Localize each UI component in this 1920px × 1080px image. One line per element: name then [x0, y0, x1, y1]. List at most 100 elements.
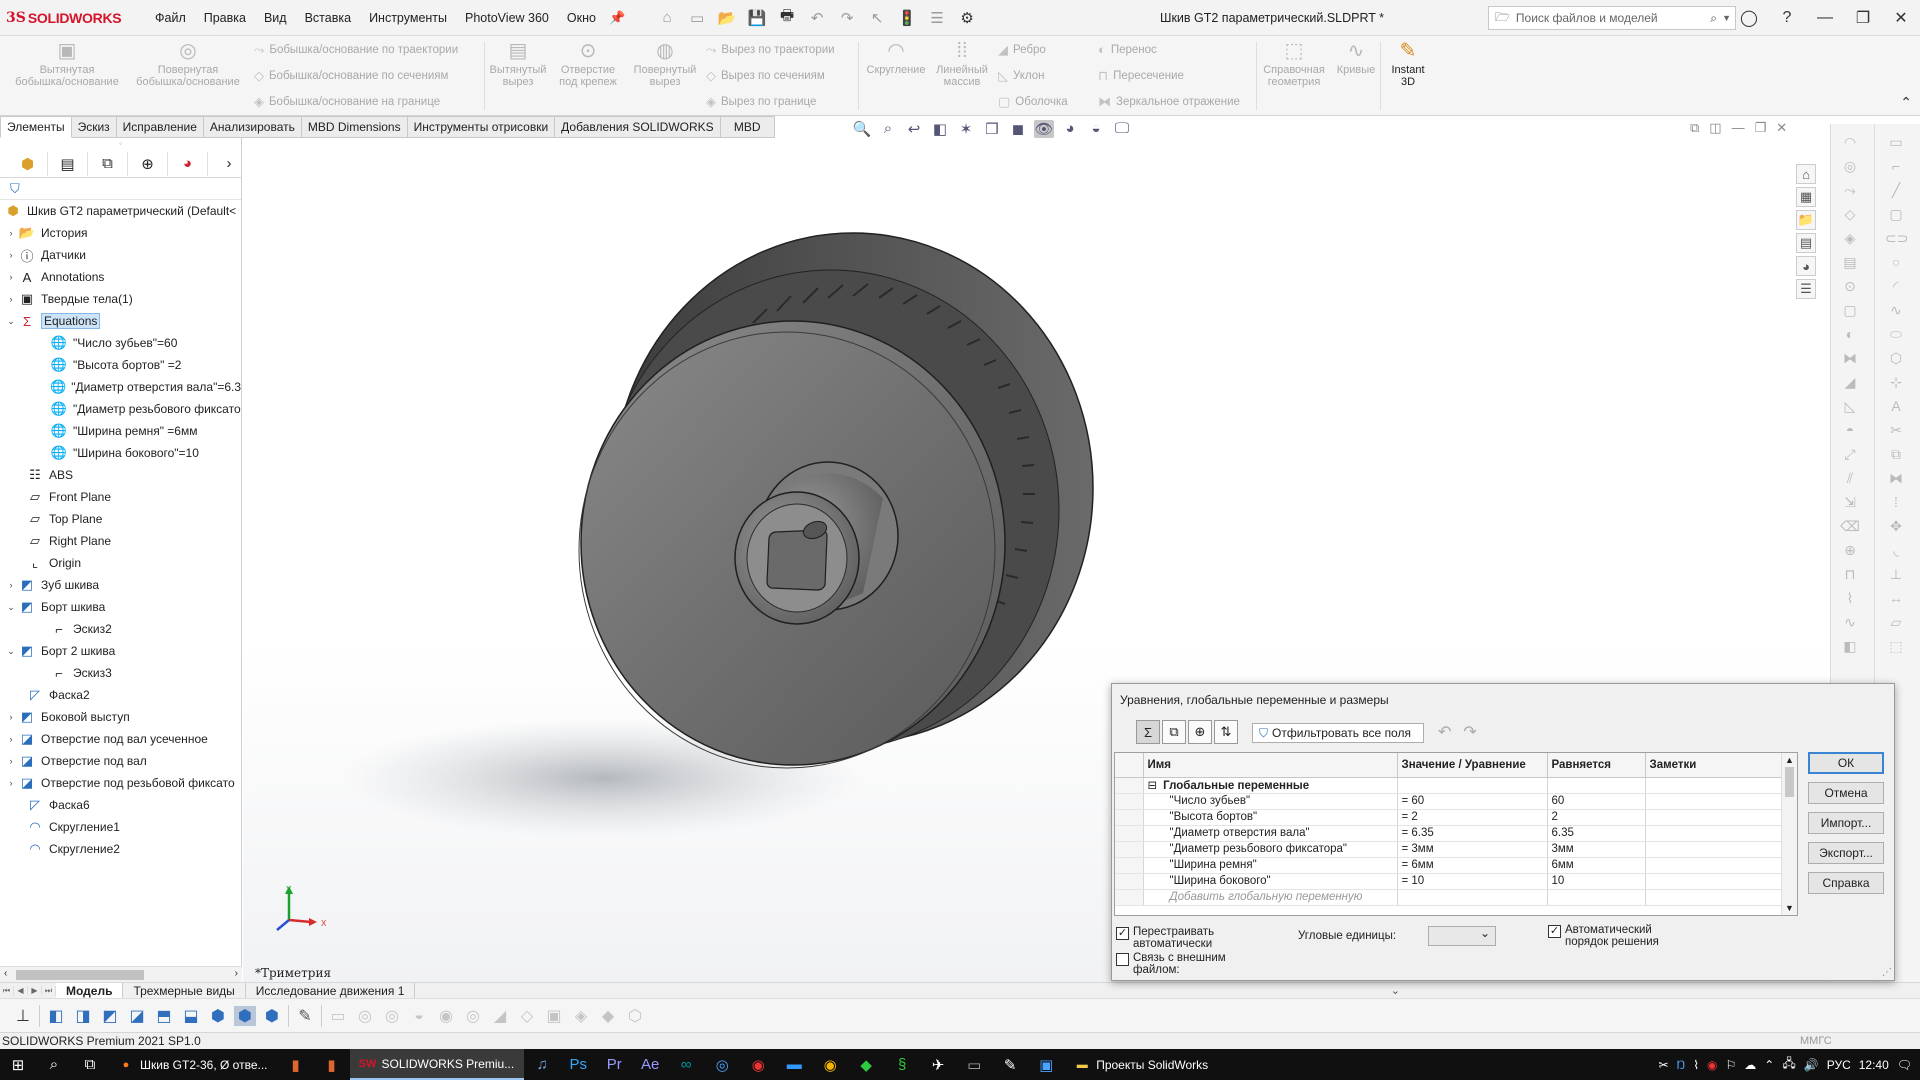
chevron-up-icon[interactable]: ⌃	[1764, 1058, 1774, 1072]
thread-tool-icon[interactable]: ⌇	[1839, 590, 1861, 607]
section-view-icon[interactable]: ◧	[930, 120, 950, 138]
draft-button[interactable]: ◺ Уклон	[998, 68, 1045, 84]
search-icon[interactable]: ⌕	[36, 1049, 72, 1080]
tree-item-origin[interactable]: ⌞ Origin	[0, 552, 241, 574]
expand-icon[interactable]: ›	[4, 294, 18, 304]
tray-app-icon[interactable]: ✂	[1658, 1058, 1668, 1072]
trimetric-view-icon[interactable]: ⬢	[234, 1005, 256, 1026]
tree-item-feature[interactable]: › ◪ Отверстие под резьбовой фиксато	[0, 772, 241, 794]
after-effects-icon[interactable]: Ae	[632, 1049, 668, 1080]
expand-icon[interactable]: ›	[4, 580, 18, 590]
dimxpert-manager-icon[interactable]: ⊕	[128, 151, 168, 176]
file-properties-icon[interactable]: ☰	[925, 9, 949, 27]
slot-sketch-icon[interactable]: ⊂⊃	[1885, 230, 1908, 247]
corner-rect-icon[interactable]: ⌐	[1885, 158, 1907, 174]
tree-item-equation[interactable]: 🌐 "Ширина ремня" =6мм	[0, 420, 241, 442]
design-library-icon[interactable]: ▦	[1796, 187, 1816, 207]
value-cell[interactable]: = 10	[1397, 873, 1548, 890]
rebuild-icon[interactable]: 🚦	[895, 9, 919, 27]
dimetric-view-icon[interactable]: ⬢	[261, 1006, 283, 1026]
expand-icon[interactable]: ›	[4, 756, 18, 766]
lofted-cut-button[interactable]: ◇ Вырез по сечениям	[706, 68, 825, 84]
arc-sketch-icon[interactable]: ◜	[1885, 278, 1907, 295]
surface-tool-icon[interactable]: ◧	[1839, 638, 1861, 655]
tree-item-sketch[interactable]: ⌐ Эскиз3	[0, 662, 241, 684]
menu-tools[interactable]: Инструменты	[360, 0, 456, 36]
task-view-icon[interactable]: ⧉	[72, 1049, 108, 1080]
circle-sketch-icon[interactable]: ○	[1885, 254, 1907, 270]
tree-item-equation[interactable]: 🌐 "Ширина бокового"=10	[0, 442, 241, 464]
ellipse-sketch-icon[interactable]: ⬭	[1885, 326, 1907, 343]
instant3d-button[interactable]: ✎ Instant 3D	[1384, 40, 1432, 88]
move-face-tool-icon[interactable]: ⇲	[1839, 494, 1861, 511]
tab-render-tools[interactable]: Инструменты отрисовки	[407, 116, 556, 138]
cell[interactable]	[1397, 889, 1548, 906]
variable-name-cell[interactable]: "Ширина бокового"	[1143, 873, 1398, 890]
group-row[interactable]: ⊟ Глобальные переменные	[1115, 777, 1782, 794]
scrollbar-thumb[interactable]	[1785, 767, 1794, 797]
network-icon[interactable]: 🖧	[1782, 1054, 1795, 1075]
maximize-view-icon[interactable]: ❐	[1755, 120, 1767, 136]
sound-app-icon[interactable]: ♫	[524, 1049, 560, 1080]
dimension-view-icon[interactable]: ⊕	[1188, 720, 1212, 744]
collapse-icon[interactable]: ⌄	[4, 602, 18, 613]
import-button[interactable]: Импорт...	[1808, 812, 1884, 834]
bottom-view-icon[interactable]: ⬓	[180, 1006, 202, 1026]
tree-item-equation[interactable]: 🌐 "Число зубьев"=60	[0, 332, 241, 354]
tray-app-icon[interactable]: ⌇	[1693, 1058, 1699, 1072]
tree-root[interactable]: ⬢ Шкив GT2 параметрический (Default<	[0, 200, 241, 222]
gray-tool-icon[interactable]: ◎	[381, 1006, 403, 1026]
language-indicator[interactable]: РУС	[1827, 1058, 1851, 1072]
chrome-icon[interactable]: ◉	[812, 1049, 848, 1080]
collapse-icon[interactable]: ⌄	[4, 316, 18, 327]
offset-sketch-icon[interactable]: ⧉	[1885, 446, 1907, 463]
minimize-view-icon[interactable]: —	[1732, 120, 1745, 136]
tree-item-feature[interactable]: › ◪ Отверстие под вал	[0, 750, 241, 772]
scroll-down-icon[interactable]: ▼	[1785, 903, 1794, 913]
app-icon[interactable]: ◎	[704, 1049, 740, 1080]
menu-view[interactable]: Вид	[255, 0, 296, 36]
dome-tool-icon[interactable]: ◓	[1839, 422, 1861, 438]
variable-name-cell[interactable]: "Диаметр резьбового фиксатора"	[1143, 841, 1398, 858]
hole-tool-icon[interactable]: ⊙	[1839, 278, 1861, 295]
fillet-tool-icon[interactable]: ◠	[1839, 134, 1861, 151]
tab-features[interactable]: Элементы	[0, 116, 72, 138]
scroll-right-icon[interactable]: ›	[235, 968, 238, 979]
tab-solidworks-addins[interactable]: Добавления SOLIDWORKS	[555, 116, 721, 138]
shell-tool-icon[interactable]: ▢	[1839, 302, 1861, 319]
tree-item-feature[interactable]: › ◪ Отверстие под вал усеченное	[0, 728, 241, 750]
tray-app-icon[interactable]: ◉	[1707, 1058, 1717, 1072]
tab-evaluate[interactable]: Анализировать	[203, 116, 302, 138]
chevron-right-icon[interactable]: ›	[217, 152, 241, 176]
gray-tool-icon[interactable]: ◇	[516, 1006, 538, 1026]
rib-button[interactable]: ◢ Ребро	[998, 42, 1046, 58]
redo-icon[interactable]: ↷	[835, 9, 859, 27]
isometric-view-icon[interactable]: ⬢	[207, 1006, 229, 1026]
line-sketch-icon[interactable]: ╱	[1885, 182, 1907, 199]
expand-icon[interactable]: ›	[4, 734, 18, 744]
split-tool-icon[interactable]: ⫽	[1839, 470, 1861, 487]
loft-tool-icon[interactable]: ◇	[1839, 206, 1861, 223]
configuration-manager-icon[interactable]: ⧉	[88, 151, 128, 176]
minimize-icon[interactable]: —	[1806, 9, 1844, 27]
tree-item-annotations[interactable]: › A Annotations	[0, 266, 241, 288]
apply-scene-icon[interactable]: ◒	[1086, 120, 1106, 138]
auto-rebuild-checkbox[interactable]: ✓ Перестраивать автоматически	[1116, 926, 1214, 950]
app-icon[interactable]: ◉	[740, 1049, 776, 1080]
appearances-icon[interactable]: ◕	[1796, 256, 1816, 276]
curve-tool-icon[interactable]: ∿	[1839, 614, 1861, 631]
comment-cell[interactable]	[1645, 873, 1782, 890]
view-palette-icon[interactable]: ▤	[1796, 233, 1816, 253]
scale-tool-icon[interactable]: ⤢	[1839, 446, 1861, 463]
edit-appearance-icon[interactable]: ◕	[1060, 120, 1080, 138]
checkbox-unchecked[interactable]	[1116, 953, 1129, 966]
split-icon[interactable]: ◫	[1709, 120, 1721, 136]
polygon-sketch-icon[interactable]: ⬡	[1885, 350, 1907, 367]
value-cell[interactable]: = 6.35	[1397, 825, 1548, 842]
app-icon[interactable]: ✎	[992, 1049, 1028, 1080]
tree-item-top-plane[interactable]: ▱ Top Plane	[0, 508, 241, 530]
units-indicator[interactable]: ММГС	[1800, 1033, 1832, 1050]
gray-tool-icon[interactable]: ◆	[597, 1006, 619, 1026]
arduino-icon[interactable]: ∞	[668, 1049, 704, 1080]
variable-name-cell[interactable]: "Диаметр отверстия вала"	[1143, 825, 1398, 842]
